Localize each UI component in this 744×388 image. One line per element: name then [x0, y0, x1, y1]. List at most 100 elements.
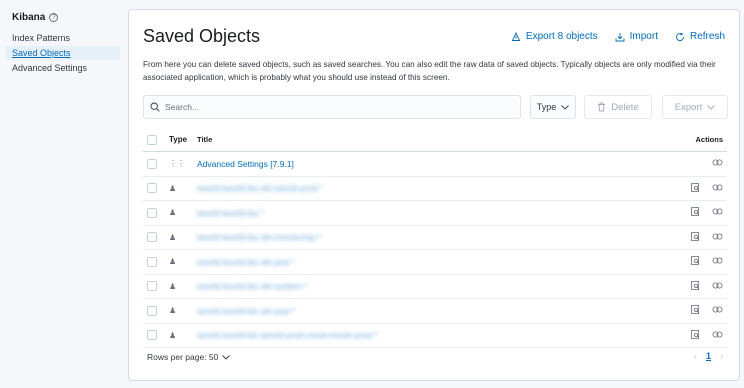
inspect-icon[interactable] [690, 256, 701, 267]
row-checkbox[interactable] [147, 281, 157, 292]
type-filter-button[interactable]: Type [530, 95, 576, 119]
inspect-icon[interactable] [690, 207, 701, 218]
table-row: ♟ tworld.tworld-biz.skt-system-* [143, 275, 727, 299]
index-pattern-icon: ♟ [169, 330, 177, 340]
index-pattern-icon: ♟ [169, 232, 177, 242]
relationships-icon[interactable] [712, 232, 723, 243]
row-checkbox[interactable] [147, 256, 157, 267]
page-description: From here you can delete saved objects, … [143, 60, 716, 82]
export-all-label: Export 8 objects [525, 31, 598, 42]
type-filter-label: Type [536, 102, 557, 112]
sidebar-title: Kibana [12, 11, 46, 23]
select-all-checkbox[interactable] [147, 134, 157, 145]
inspect-icon[interactable] [690, 280, 701, 292]
object-title-link[interactable]: tworld.tworld-biz.* [197, 208, 264, 218]
chevron-down-icon [561, 104, 570, 110]
object-title-link[interactable]: tworld.tworld-biz.skt-pod-* [197, 306, 295, 316]
export-label: Export [674, 101, 703, 113]
relationships-icon[interactable] [712, 256, 723, 267]
table-row: ♟ tworld.tworld-biz.skt-tworld-prod.* [143, 177, 727, 201]
row-actions [690, 329, 723, 341]
relationships-icon[interactable] [712, 305, 723, 316]
refresh-label: Refresh [689, 31, 725, 42]
table-row: ⋮⋮ Advanced Settings [7.9.1] [143, 152, 727, 177]
trash-icon [598, 102, 606, 112]
row-actions [690, 256, 723, 267]
row-checkbox[interactable] [147, 183, 157, 194]
row-actions [690, 231, 723, 243]
rows-per-page-label: Rows per page: 50 [147, 352, 219, 362]
table-row: ♟ tworld.tworld-biz.skt-monitoring-* [143, 226, 727, 250]
refresh-button[interactable]: Refresh [675, 31, 725, 42]
page-title: Saved Objects [143, 26, 261, 46]
column-header-title[interactable]: Title [197, 135, 212, 144]
object-title-link[interactable]: tworld.tworld-biz.skt-pod-* [197, 257, 295, 267]
chevron-down-icon [707, 104, 716, 110]
next-page-icon[interactable]: › [720, 351, 723, 361]
previous-page-icon[interactable]: ‹ [694, 351, 697, 361]
inspect-icon[interactable] [690, 305, 701, 316]
relationships-icon[interactable] [712, 183, 723, 194]
sidebar-item-index-patterns[interactable]: Index Patterns [6, 31, 120, 45]
row-actions [690, 207, 723, 218]
row-actions [690, 280, 723, 292]
refresh-icon [676, 32, 684, 41]
export-icon [511, 31, 521, 41]
inspect-icon[interactable] [690, 182, 701, 194]
saved-objects-panel: Saved Objects Export 8 objects Import Re… [128, 9, 740, 381]
sidebar-header: Kibana ? [12, 10, 120, 24]
relationships-icon[interactable] [712, 281, 723, 292]
sidebar: Kibana ? Index Patterns Saved Objects Ad… [0, 0, 126, 388]
relationships-icon[interactable] [712, 330, 723, 341]
export-all-button[interactable]: Export 8 objects [511, 31, 598, 42]
header-actions: Export 8 objects Import Refresh [511, 31, 725, 42]
inspect-icon[interactable] [690, 329, 701, 341]
object-title-link[interactable]: tworld.tworld-biz.skt-tworld-prod.* [197, 183, 323, 193]
row-checkbox[interactable] [147, 305, 157, 316]
table-row: ♟ tworld.tworld-biz.tworld-prod.cloud-mov… [143, 324, 727, 348]
export-button[interactable]: Export [662, 95, 728, 119]
row-checkbox[interactable] [147, 207, 157, 218]
toolbar: Type Delete Export [143, 95, 728, 119]
table-row: ♟ tworld.tworld-biz.* [143, 201, 727, 226]
search-box[interactable] [143, 95, 521, 119]
column-header-actions: Actions [695, 135, 723, 144]
row-actions [690, 182, 723, 194]
index-pattern-icon: ♟ [169, 257, 177, 267]
object-title-link[interactable]: tworld.tworld-biz.tworld-prod.cloud-movi… [197, 330, 377, 340]
index-pattern-icon: ♟ [169, 281, 177, 291]
table-row: ♟ tworld.tworld-biz.skt-pod-* [143, 250, 727, 275]
index-pattern-icon: ♟ [169, 183, 177, 193]
saved-objects-table: Type Title Actions ⋮⋮ Advanced Settings [… [143, 128, 727, 348]
sidebar-item-saved-objects[interactable]: Saved Objects [6, 46, 120, 60]
pagination: ‹ 1 › [694, 351, 723, 361]
import-label: Import [629, 31, 658, 42]
info-icon[interactable]: ? [49, 12, 59, 22]
delete-button[interactable]: Delete [584, 95, 652, 119]
row-checkbox[interactable] [147, 330, 157, 341]
import-icon [615, 32, 625, 41]
search-input[interactable] [165, 102, 505, 112]
object-title-link[interactable]: Advanced Settings [7.9.1] [197, 159, 294, 169]
row-checkbox[interactable] [147, 232, 157, 243]
page-1-button[interactable]: 1 [706, 351, 711, 361]
index-pattern-icon: ♟ [169, 208, 177, 218]
object-title-link[interactable]: tworld.tworld-biz.skt-system-* [197, 281, 308, 291]
table-header-row: Type Title Actions [143, 128, 727, 152]
row-actions [712, 158, 723, 169]
relationships-icon[interactable] [712, 158, 723, 169]
column-header-type[interactable]: Type [169, 135, 189, 144]
search-icon [150, 102, 160, 112]
config-icon: ⋮⋮ [169, 159, 185, 169]
inspect-icon[interactable] [690, 231, 701, 243]
relationships-icon[interactable] [712, 207, 723, 218]
import-button[interactable]: Import [615, 31, 658, 42]
rows-per-page-button[interactable]: Rows per page: 50 [147, 352, 231, 362]
sidebar-item-advanced-settings[interactable]: Advanced Settings [6, 61, 120, 75]
delete-label: Delete [611, 101, 639, 113]
table-row: ♟ tworld.tworld-biz.skt-pod-* [143, 299, 727, 324]
object-title-link[interactable]: tworld.tworld-biz.skt-monitoring-* [197, 232, 320, 242]
chevron-down-icon [222, 354, 231, 360]
index-pattern-icon: ♟ [169, 306, 177, 316]
row-checkbox[interactable] [147, 158, 157, 169]
